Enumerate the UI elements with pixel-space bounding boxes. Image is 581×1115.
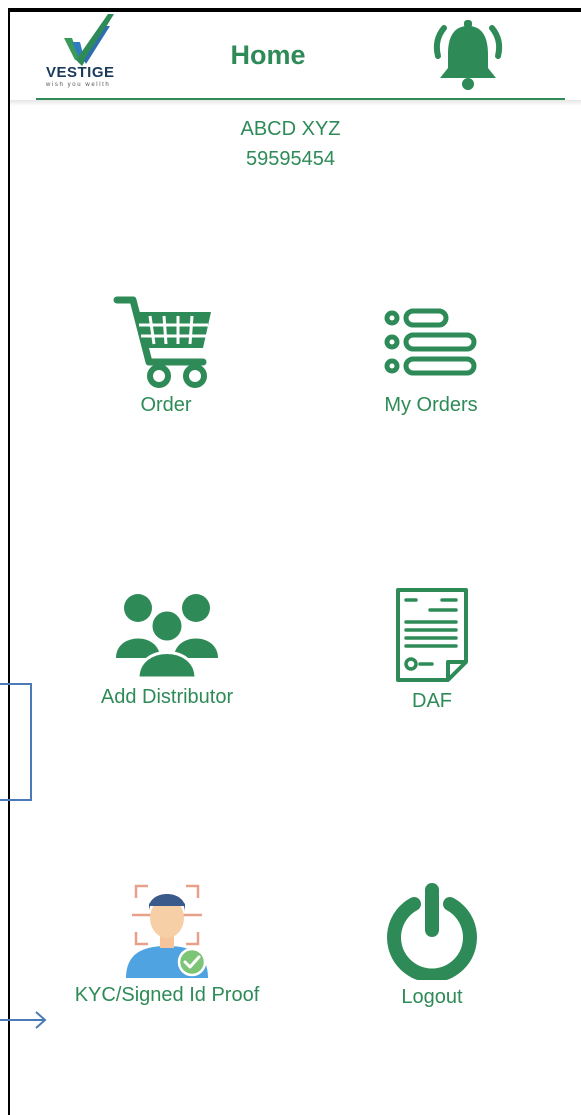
kyc-label: KYC/Signed Id Proof bbox=[74, 984, 260, 1006]
group-icon bbox=[116, 594, 218, 680]
my-orders-tile[interactable]: My Orders bbox=[326, 302, 536, 417]
kyc-tile[interactable]: KYC/Signed Id Proof bbox=[62, 882, 272, 1007]
order-tile[interactable]: Order bbox=[61, 292, 271, 417]
annotation-highlight-box bbox=[0, 683, 32, 801]
logout-tile[interactable]: Logout bbox=[327, 882, 537, 1009]
document-icon bbox=[396, 588, 468, 682]
page-title: Home bbox=[230, 40, 306, 70]
add-distributor-tile[interactable]: Add Distributor bbox=[62, 592, 272, 709]
list-icon bbox=[384, 308, 477, 376]
logo-tagline: wish you wellth bbox=[46, 82, 111, 88]
frame-left-border bbox=[8, 8, 10, 1115]
add-distributor-label: Add Distributor bbox=[100, 686, 234, 708]
my-orders-label: My Orders bbox=[384, 394, 478, 416]
order-label: Order bbox=[140, 394, 192, 416]
daf-label: DAF bbox=[412, 690, 452, 712]
id-verify-icon bbox=[126, 884, 208, 978]
daf-tile[interactable]: DAF bbox=[327, 586, 537, 713]
annotation-arrow-icon bbox=[0, 1011, 47, 1029]
logout-label: Logout bbox=[401, 986, 463, 1008]
user-name: ABCD XYZ bbox=[240, 118, 341, 140]
logo-wordmark: VESTIGE bbox=[46, 64, 115, 81]
power-icon bbox=[387, 883, 477, 980]
notification-bell-icon[interactable] bbox=[430, 18, 506, 94]
user-id: 59595454 bbox=[246, 148, 335, 170]
header-shadow bbox=[10, 100, 581, 106]
cart-icon bbox=[113, 296, 211, 388]
